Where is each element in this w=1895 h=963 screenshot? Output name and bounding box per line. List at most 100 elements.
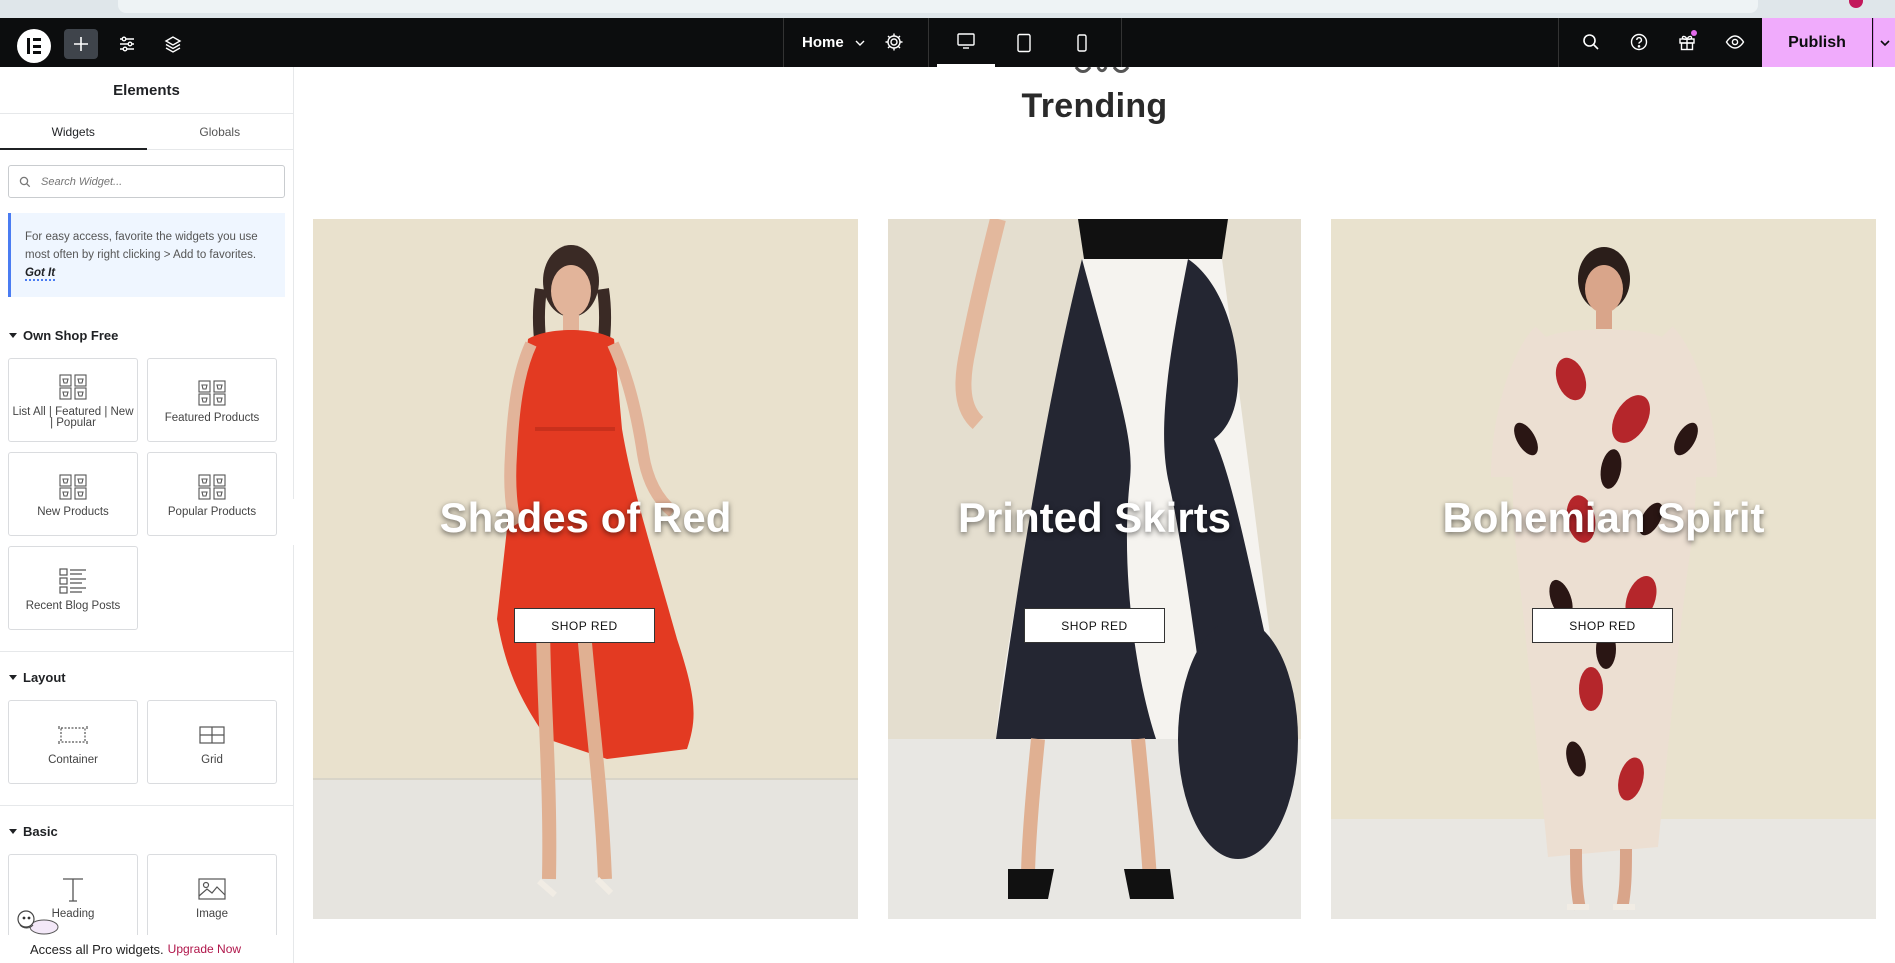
widget-label: List All | Featured | New | Popular: [12, 406, 134, 429]
products-grid-icon: [198, 473, 226, 500]
post-list-icon: [59, 567, 86, 594]
mobile-view-button[interactable]: [1053, 18, 1111, 67]
publish-button[interactable]: Publish: [1762, 18, 1872, 67]
widget-featured-products[interactable]: Featured Products: [147, 358, 277, 442]
widget-label: Image: [196, 907, 228, 920]
mobile-icon: [1077, 33, 1087, 52]
tablet-view-button[interactable]: [995, 18, 1053, 67]
help-icon: [1630, 33, 1648, 51]
tablet-icon: [1017, 33, 1031, 52]
help-button[interactable]: [1629, 32, 1651, 54]
layers-icon: [164, 36, 182, 53]
chevron-down-icon: [1880, 39, 1890, 46]
caret-down-icon: [9, 828, 17, 834]
tab-widgets[interactable]: Widgets: [0, 114, 147, 150]
card-title: Bohemian Spirit: [1442, 494, 1765, 541]
whats-new-button[interactable]: [1677, 30, 1699, 54]
printed-skirt-photo: [888, 219, 1301, 919]
bohemian-dress-photo: [1331, 219, 1876, 919]
grid-icon: [199, 725, 225, 744]
pro-upsell-bar: Access all Pro widgets. Upgrade Now: [0, 935, 293, 963]
widget-label: Recent Blog Posts: [25, 599, 121, 612]
tip-text: For easy access, favorite the widgets yo…: [25, 231, 258, 261]
widget-container[interactable]: Container: [8, 700, 138, 784]
widget-label: Featured Products: [164, 411, 260, 424]
category-own-shop-free[interactable]: Own Shop Free: [0, 327, 293, 343]
elementor-logo-icon[interactable]: [17, 29, 51, 63]
page-name: Home: [802, 34, 844, 51]
favorites-tip: For easy access, favorite the widgets yo…: [8, 213, 285, 297]
widget-label: Container: [48, 753, 98, 766]
image-icon: [198, 877, 226, 900]
shop-button[interactable]: SHOP RED: [1532, 608, 1673, 643]
container-icon: [58, 725, 88, 744]
widget-grid: Container Grid: [8, 700, 293, 784]
plus-icon: [74, 37, 88, 51]
category-card[interactable]: Printed Skirts SHOP RED: [888, 219, 1301, 919]
section-divider: [0, 805, 293, 806]
responsive-mode-switcher: [928, 18, 1122, 67]
section-divider: [0, 651, 293, 652]
widget-image[interactable]: Image: [147, 854, 277, 938]
desktop-icon: [957, 33, 975, 49]
products-grid-icon: [59, 374, 87, 400]
upgrade-now-link[interactable]: Upgrade Now: [168, 942, 241, 956]
assistant-mascot-icon[interactable]: [14, 905, 60, 935]
category-card[interactable]: Bohemian Spirit SHOP RED: [1331, 219, 1876, 919]
elements-panel: Elements Widgets Globals For easy access…: [0, 67, 294, 963]
search-button[interactable]: [1581, 32, 1603, 54]
browser-chrome-strip: [0, 0, 1895, 18]
cropped-decoration-icon: [1074, 67, 1130, 73]
search-input[interactable]: [39, 174, 263, 189]
eye-icon: [1725, 35, 1745, 49]
desktop-view-button[interactable]: [937, 18, 995, 67]
pro-text: Access all Pro widgets.: [30, 941, 164, 957]
preview-button[interactable]: [1725, 32, 1747, 54]
products-grid-icon: [198, 379, 226, 406]
widget-grid: List All | Featured | New | Popular Feat…: [8, 358, 293, 630]
right-toolbar: [1558, 18, 1763, 67]
widget-list-all-products[interactable]: List All | Featured | New | Popular: [8, 358, 138, 442]
heading-icon: [63, 877, 83, 902]
caret-down-icon: [9, 332, 17, 338]
category-title: Own Shop Free: [23, 327, 119, 343]
chevron-down-icon: [855, 40, 865, 46]
section-heading: Trending: [1021, 87, 1168, 125]
site-settings-button[interactable]: [110, 29, 144, 59]
panel-tabs: Widgets Globals: [0, 114, 293, 150]
products-grid-icon: [59, 473, 87, 500]
add-element-button[interactable]: [64, 29, 98, 59]
browser-profile-avatar[interactable]: [1849, 0, 1863, 8]
widget-label: New Products: [37, 505, 109, 518]
widget-recent-blog-posts[interactable]: Recent Blog Posts: [8, 546, 138, 630]
category-basic[interactable]: Basic: [0, 823, 293, 839]
shop-button[interactable]: SHOP RED: [514, 608, 655, 643]
got-it-link[interactable]: Got It: [25, 267, 56, 281]
sliders-icon: [120, 36, 134, 52]
widget-search: [8, 165, 285, 198]
red-dress-photo: [313, 219, 858, 919]
category-card[interactable]: Shades of Red SHOP RED: [313, 219, 858, 919]
shop-button[interactable]: SHOP RED: [1024, 608, 1165, 643]
category-layout[interactable]: Layout: [0, 669, 293, 685]
search-icon: [1583, 34, 1599, 50]
page-settings-gear-icon[interactable]: [884, 32, 904, 52]
page-selector[interactable]: Home: [783, 18, 929, 67]
widget-new-products[interactable]: New Products: [8, 452, 138, 536]
card-title: Shades of Red: [439, 494, 732, 541]
widget-popular-products[interactable]: Popular Products: [147, 452, 277, 536]
category-title: Basic: [23, 823, 58, 839]
browser-address-bar[interactable]: [118, 0, 1758, 13]
editor-topbar: Home Publish: [0, 18, 1895, 67]
card-title: Printed Skirts: [957, 494, 1232, 541]
widget-label: Popular Products: [167, 505, 257, 518]
notification-dot: [1691, 30, 1697, 36]
tab-globals[interactable]: Globals: [147, 114, 294, 149]
caret-down-icon: [9, 674, 17, 680]
page-canvas: Trending Shades of Red SHOP RED Printed …: [294, 67, 1895, 963]
publish-options-button[interactable]: [1873, 18, 1895, 67]
category-title: Layout: [23, 669, 66, 685]
structure-button[interactable]: [156, 29, 190, 59]
widget-grid[interactable]: Grid: [147, 700, 277, 784]
panel-title: Elements: [0, 67, 293, 114]
